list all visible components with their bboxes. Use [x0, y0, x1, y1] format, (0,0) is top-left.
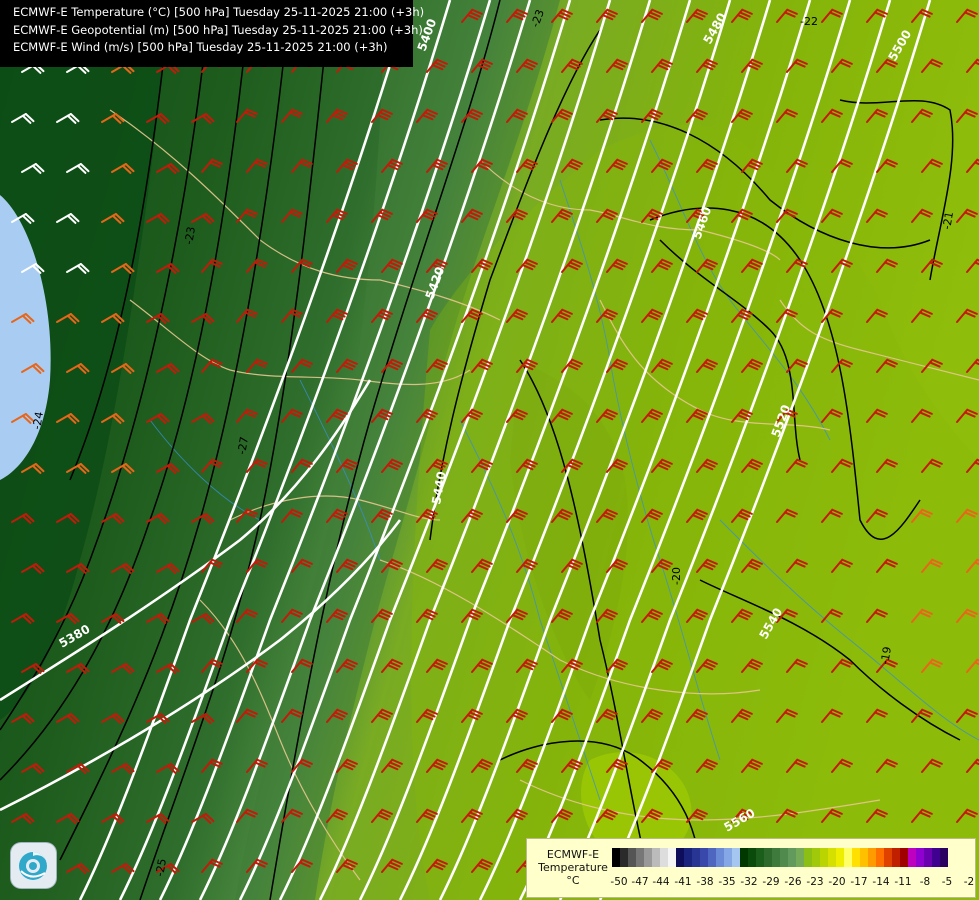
- legend-tick-label: -14: [872, 876, 890, 888]
- legend-swatch: [796, 848, 804, 867]
- legend-swatch: [828, 848, 836, 867]
- legend-swatch: [788, 848, 796, 867]
- legend-swatch: [836, 848, 844, 867]
- legend-tick-label: -29: [762, 876, 780, 888]
- legend-swatch: [884, 848, 892, 867]
- legend-swatch: [908, 848, 916, 867]
- legend-tick-label: -32: [740, 876, 758, 888]
- legend-swatch: [612, 848, 620, 867]
- legend-swatch: [724, 848, 732, 867]
- legend-swatch: [772, 848, 780, 867]
- legend-tick-label: -20: [828, 876, 846, 888]
- weather-map: 5400 5480 55005420538054405460552055405560…: [0, 0, 979, 900]
- legend-swatch: [740, 848, 748, 867]
- title-wind: ECMWF-E Wind (m/s) [500 hPa] Tuesday 25-…: [13, 40, 388, 54]
- legend-swatch: [924, 848, 932, 867]
- legend-swatch: [756, 848, 764, 867]
- legend-swatch: [804, 848, 812, 867]
- legend-tick-label: -47: [631, 876, 649, 888]
- legend-swatch: [844, 848, 852, 867]
- legend-tick-label: -2: [963, 876, 975, 888]
- legend-swatch: [708, 848, 716, 867]
- legend-swatch: [700, 848, 708, 867]
- legend-swatch: [812, 848, 820, 867]
- legend-swatch: [892, 848, 900, 867]
- legend-tick-label: -50: [610, 876, 628, 888]
- legend-tick-label: -41: [674, 876, 692, 888]
- title-geopotential: ECMWF-E Geopotential (m) [500 hPa] Tuesd…: [13, 22, 423, 37]
- legend-swatch: [668, 848, 676, 867]
- legend-color-bar: [612, 848, 948, 867]
- legend-swatch: [868, 848, 876, 867]
- legend-ticks: -50 -47 -44 -41 -38 -35 -32 -29 -26 -23 -20 -17 -14-…: [610, 876, 976, 890]
- legend-swatch: [676, 848, 684, 867]
- legend-swatch: [716, 848, 724, 867]
- legend-swatch: [748, 848, 756, 867]
- legend-swatch: [660, 848, 668, 867]
- legend-swatch: [876, 848, 884, 867]
- legend-swatch: [860, 848, 868, 867]
- legend-swatch: [780, 848, 788, 867]
- legend-swatch: [636, 848, 644, 867]
- temperature-label: -22: [800, 15, 818, 28]
- legend-swatch: [652, 848, 660, 867]
- map-title-box: ECMWF-E Temperature (°C) [500 hPa] Tuesd…: [0, 0, 425, 67]
- legend-swatch: [852, 848, 860, 867]
- legend-swatch: [628, 848, 636, 867]
- legend-tick-label: -11: [894, 876, 912, 888]
- legend-tick-label: -17: [850, 876, 868, 888]
- legend-tick-label: -5: [941, 876, 953, 888]
- legend-swatch: [932, 848, 940, 867]
- legend-tick-label: -38: [696, 876, 714, 888]
- legend-unit: °C: [566, 874, 580, 887]
- temperature-legend: ECMWF-E Temperature °C -50 -47 -44 -41 -38 -3…: [526, 838, 976, 898]
- legend-swatch: [620, 848, 628, 867]
- legend-swatch: [764, 848, 772, 867]
- legend-swatch: [644, 848, 652, 867]
- legend-swatch: [684, 848, 692, 867]
- legend-tick-label: -35: [718, 876, 736, 888]
- legend-swatch: [916, 848, 924, 867]
- ecmwf-logo-icon: [11, 843, 56, 888]
- legend-swatch: [900, 848, 908, 867]
- legend-swatch: [820, 848, 828, 867]
- legend-title-variable: Temperature: [538, 861, 608, 874]
- legend-title: ECMWF-E Temperature °C: [535, 848, 611, 887]
- legend-tick-label: -23: [806, 876, 824, 888]
- title-temperature: ECMWF-E Temperature (°C) [500 hPa] Tuesd…: [13, 5, 425, 19]
- legend-tick-label: -8: [919, 876, 931, 888]
- legend-swatch: [940, 848, 948, 867]
- legend-title-model: ECMWF-E: [546, 848, 600, 861]
- legend-tick-label: -26: [784, 876, 802, 888]
- legend-swatch: [732, 848, 740, 867]
- legend-swatch: [692, 848, 700, 867]
- legend-tick-label: -44: [652, 876, 670, 888]
- temperature-label: -20: [670, 567, 683, 585]
